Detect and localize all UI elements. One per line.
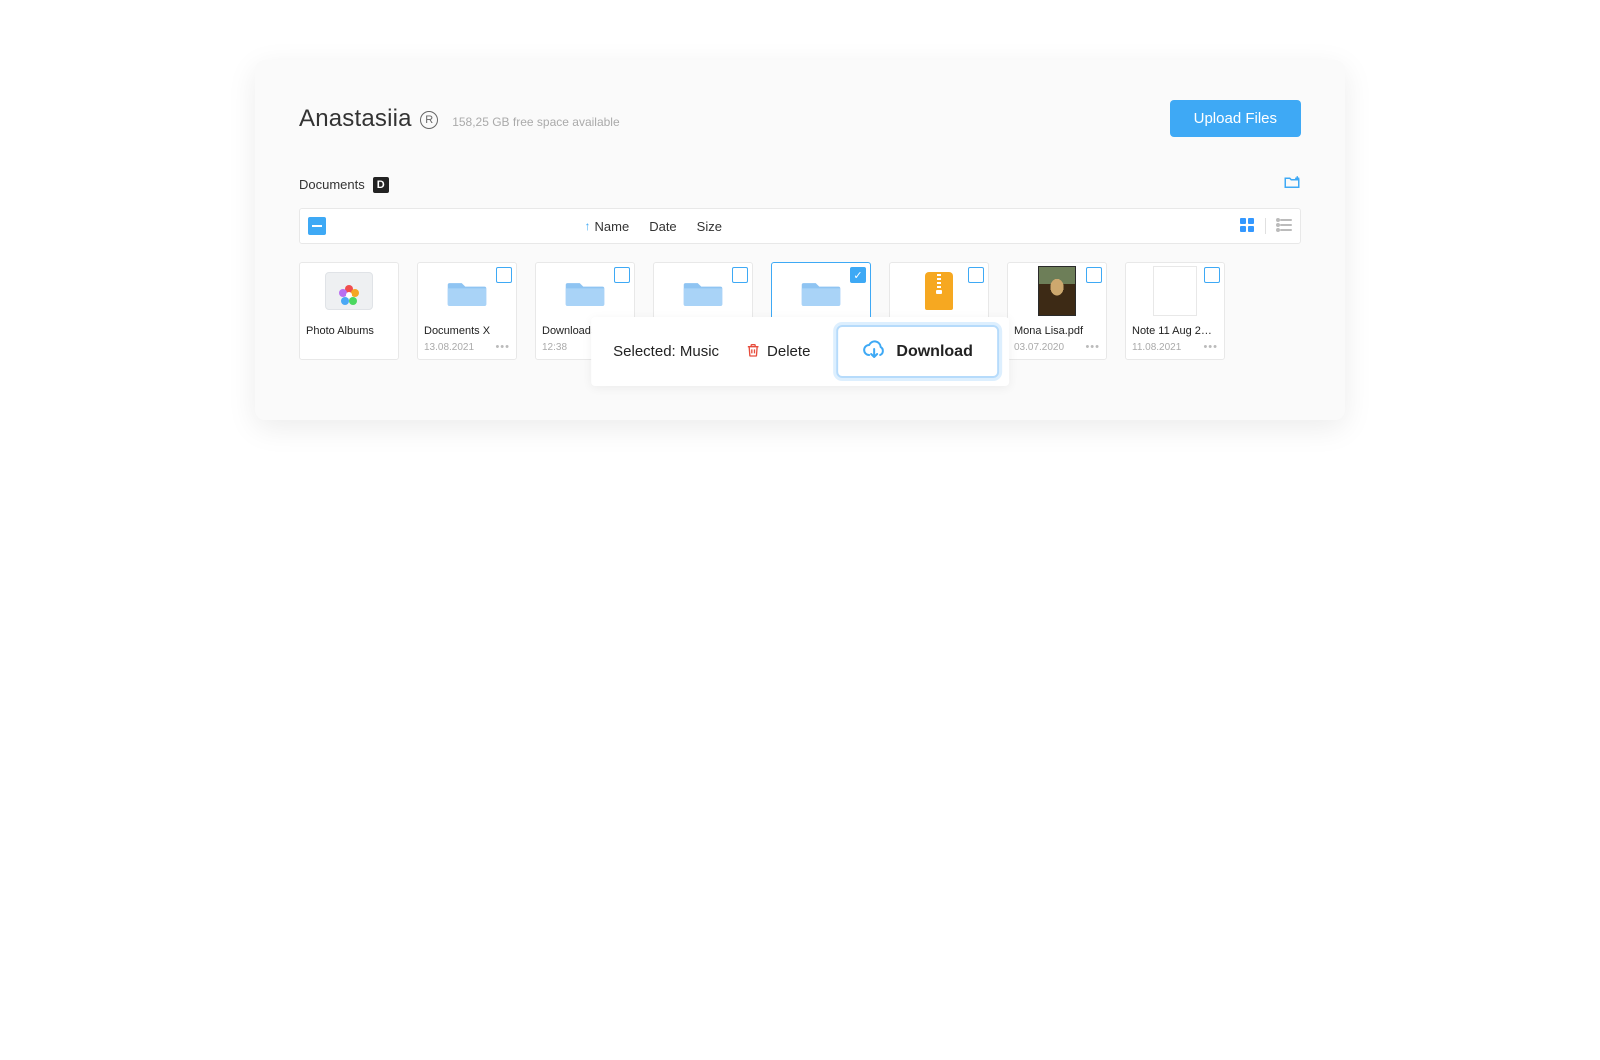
selected-count-label: Selected: Music <box>613 343 719 360</box>
delete-label: Delete <box>767 343 810 360</box>
username: Anastasiia <box>299 105 412 132</box>
download-button[interactable]: Download <box>836 325 998 378</box>
cloud-download-icon <box>862 337 886 366</box>
view-toggle <box>1239 217 1292 236</box>
item-date: 03.07.2020 <box>1014 342 1064 353</box>
item-footer: 13.08.2021 ••• <box>418 339 516 359</box>
breadcrumb-icon: D <box>373 177 389 193</box>
upload-files-button[interactable]: Upload Files <box>1170 100 1301 137</box>
delete-button[interactable]: Delete <box>745 342 810 362</box>
separator <box>1265 218 1266 234</box>
header-left: Anastasiia R 158,25 GB free space availa… <box>299 105 620 133</box>
sort-name-label: Name <box>595 219 630 234</box>
file-manager-panel: Anastasiia R 158,25 GB free space availa… <box>255 60 1345 420</box>
item-checkbox[interactable] <box>496 267 512 283</box>
item-checkbox[interactable] <box>1204 267 1220 283</box>
item-name: Mona Lisa.pdf <box>1008 319 1106 339</box>
breadcrumb-row: Documents D <box>255 137 1345 208</box>
more-options-icon[interactable]: ••• <box>1203 341 1218 353</box>
more-options-icon[interactable]: ••• <box>495 341 510 353</box>
file-card[interactable]: Documents X 13.08.2021 ••• <box>417 262 517 360</box>
registered-icon: R <box>420 111 438 129</box>
toolbar: ↑ Name Date Size <box>299 208 1301 244</box>
item-date: 11.08.2021 <box>1132 342 1181 353</box>
download-label: Download <box>896 343 972 361</box>
item-checkbox[interactable] <box>850 267 866 283</box>
item-checkbox[interactable] <box>968 267 984 283</box>
item-checkbox[interactable] <box>732 267 748 283</box>
sort-by-size[interactable]: Size <box>697 219 722 234</box>
sort-controls: ↑ Name Date Size <box>585 219 722 234</box>
item-footer: 03.07.2020 ••• <box>1008 339 1106 359</box>
item-name: Documents X <box>418 319 516 339</box>
file-card[interactable]: Photo Albums••• <box>299 262 399 360</box>
file-card[interactable]: Mona Lisa.pdf 03.07.2020 ••• <box>1007 262 1107 360</box>
sort-size-label: Size <box>697 219 722 234</box>
item-date: 12:38 <box>542 342 567 353</box>
item-footer: 11.08.2021 ••• <box>1126 339 1224 359</box>
file-card[interactable]: Note 11 Aug 202... 11.08.2021 ••• <box>1125 262 1225 360</box>
sort-date-label: Date <box>649 219 676 234</box>
more-options-icon[interactable]: ••• <box>1085 341 1100 353</box>
action-bar: Selected: Music Delete Download <box>591 317 1009 386</box>
grid-view-icon[interactable] <box>1239 217 1255 236</box>
arrow-up-icon: ↑ <box>585 219 591 233</box>
username-label: Anastasiia R <box>299 105 438 133</box>
item-name: Note 11 Aug 202... <box>1126 319 1224 339</box>
item-name: Photo Albums <box>300 319 398 347</box>
freespace-label: 158,25 GB free space available <box>452 115 619 129</box>
list-view-icon[interactable] <box>1276 217 1292 236</box>
sort-by-date[interactable]: Date <box>649 219 676 234</box>
trash-icon <box>745 342 761 362</box>
thumbnail <box>300 263 398 319</box>
item-checkbox[interactable] <box>1086 267 1102 283</box>
breadcrumb-label: Documents <box>299 177 365 192</box>
select-all-checkbox[interactable] <box>308 217 326 235</box>
header: Anastasiia R 158,25 GB free space availa… <box>255 100 1345 137</box>
new-folder-icon[interactable] <box>1283 173 1301 196</box>
item-date: 13.08.2021 <box>424 342 474 353</box>
breadcrumb[interactable]: Documents D <box>299 177 389 193</box>
item-checkbox[interactable] <box>614 267 630 283</box>
sort-by-name[interactable]: ↑ Name <box>585 219 630 234</box>
